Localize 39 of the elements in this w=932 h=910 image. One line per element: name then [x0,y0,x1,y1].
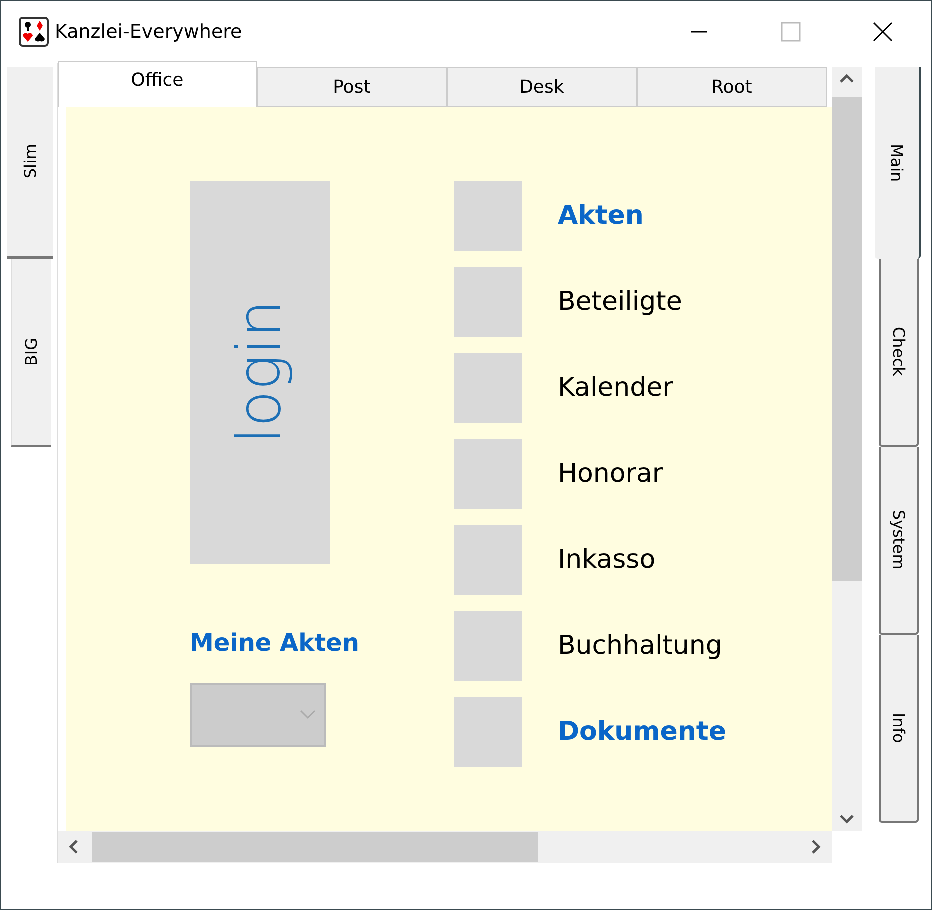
side-tab[interactable]: Slim [7,67,53,259]
chevron-down-icon [300,710,316,720]
vertical-scrollbar[interactable] [832,67,862,831]
tab[interactable]: Root [636,67,827,107]
menu-label[interactable]: Beteiligte [558,287,682,317]
menu-label[interactable]: Honorar [558,459,664,489]
menu-tile-button[interactable] [454,611,522,681]
menu-tile-button[interactable] [454,353,522,423]
chevron-up-icon[interactable] [840,73,854,85]
menu-tile-button[interactable] [454,181,522,251]
menu-tile-button[interactable] [454,267,522,337]
side-tab[interactable]: Main [875,67,922,259]
maximize-icon[interactable] [781,22,801,42]
scrollbar-thumb[interactable] [92,832,538,862]
playing-cards-icon [19,17,49,47]
chevron-right-icon[interactable] [810,840,822,854]
horizontal-scrollbar[interactable] [58,831,832,863]
side-tab[interactable]: Check [879,259,920,447]
tab[interactable]: Desk [446,67,637,107]
login-button[interactable]: login [190,181,330,564]
menu-label[interactable]: Dokumente [558,717,726,747]
chevron-down-icon[interactable] [840,813,854,825]
tab[interactable]: Post [256,67,447,107]
menu-tile-button[interactable] [454,697,522,767]
close-icon[interactable] [873,22,893,42]
menu-label[interactable]: Inkasso [558,545,656,575]
section-label: Meine Akten [190,628,360,659]
menu-label[interactable]: Akten [558,201,644,231]
window-title: Kanzlei-Everywhere [55,21,242,43]
side-tab[interactable]: BIG [11,259,51,447]
menu-tile-button[interactable] [454,525,522,595]
side-tab[interactable]: System [879,447,920,635]
tab[interactable]: Office [58,61,257,107]
menu-tile-button[interactable] [454,439,522,509]
chevron-left-icon[interactable] [68,840,80,854]
menu-label[interactable]: Buchhaltung [558,631,722,661]
menu-label[interactable]: Kalender [558,373,674,403]
side-tab[interactable]: Info [879,635,920,823]
scrollbar-thumb[interactable] [832,97,862,581]
